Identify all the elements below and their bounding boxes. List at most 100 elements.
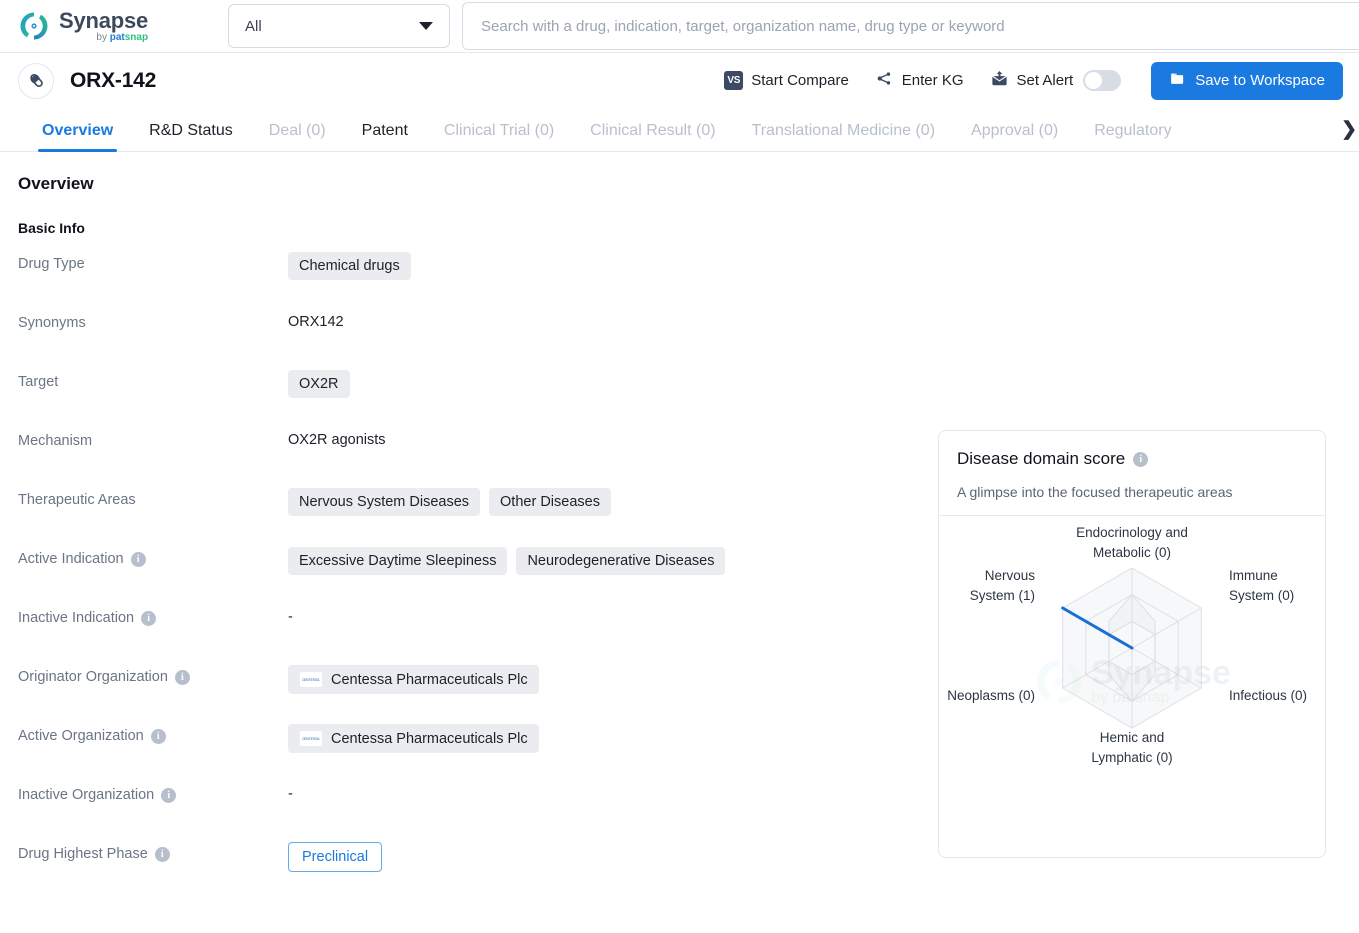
chip-active-organization-label: Centessa Pharmaceuticals Plc [331, 730, 528, 747]
tab-patent[interactable]: Patent [344, 122, 426, 151]
chevron-right-icon[interactable]: ❯ [1341, 118, 1357, 141]
chip-therapeutic-area[interactable]: Nervous System Diseases [288, 488, 481, 516]
brand-tagline: by patsnap [96, 31, 149, 43]
header-actions: VS Start Compare Enter KG Set Alert Save… [724, 61, 1343, 100]
value-active-indication: Excessive Daytime Sleepiness Neurodegene… [288, 547, 726, 575]
vs-icon: VS [724, 71, 744, 90]
tab-deal-label: Deal (0) [268, 122, 326, 139]
chip-originator-organization[interactable]: CENTESSA Centessa Pharmaceuticals Plc [288, 665, 539, 694]
radar-label-neoplasms: Neoplasms (0) [947, 688, 1035, 703]
info-row-drug-type: Drug Type Chemical drugs [18, 252, 1341, 311]
text-synonyms: ORX142 [288, 314, 344, 330]
value-therapeutic-areas: Nervous System Diseases Other Diseases [288, 488, 611, 516]
label-inactive-indication: Inactive Indication i [18, 606, 288, 626]
tab-translational-medicine-label: Translational Medicine (0) [751, 122, 936, 139]
label-target: Target [18, 374, 59, 390]
knowledge-graph-icon [875, 69, 894, 93]
radar-label-infectious: Infectious (0) [1229, 688, 1307, 703]
save-to-workspace-button[interactable]: Save to Workspace [1151, 61, 1343, 100]
folder-icon [1169, 70, 1186, 91]
label-active-organization: Active Organization i [18, 724, 288, 744]
tab-clinical-trial-label: Clinical Trial (0) [443, 122, 555, 139]
chip-drug-type[interactable]: Chemical drugs [288, 252, 411, 280]
info-icon[interactable]: i [154, 846, 170, 862]
tab-overview[interactable]: Overview [24, 122, 131, 152]
tab-rd-status[interactable]: R&D Status [131, 122, 251, 151]
text-mechanism: OX2R agonists [288, 432, 386, 448]
info-icon[interactable]: i [174, 669, 190, 685]
radar-label-nervous-line1: Nervous [985, 568, 1036, 583]
radar-label-hemic-line1: Hemic and [1100, 730, 1165, 745]
tab-rd-status-label: R&D Status [149, 122, 233, 139]
start-compare-button[interactable]: VS Start Compare [724, 71, 849, 90]
enter-kg-button[interactable]: Enter KG [875, 69, 964, 93]
tab-overview-label: Overview [42, 122, 114, 139]
tab-clinical-result[interactable]: Clinical Result (0) [572, 122, 733, 151]
info-icon[interactable]: i [141, 610, 157, 626]
value-synonyms: ORX142 [288, 311, 344, 330]
info-icon[interactable]: i [150, 728, 166, 744]
set-alert-control[interactable]: Set Alert [990, 69, 1122, 93]
radar-label-endocrinology-line1: Endocrinology and [1076, 525, 1188, 540]
tab-bar: Overview R&D Status Deal (0) Patent Clin… [0, 108, 1359, 152]
value-inactive-indication: - [288, 606, 293, 625]
tab-clinical-trial[interactable]: Clinical Trial (0) [426, 122, 572, 151]
info-icon[interactable]: i [161, 787, 177, 803]
tab-translational-medicine[interactable]: Translational Medicine (0) [734, 122, 953, 151]
info-icon[interactable]: i [130, 551, 146, 567]
set-alert-toggle[interactable] [1083, 70, 1122, 91]
tab-approval-label: Approval (0) [971, 122, 1059, 139]
value-drug-highest-phase: Preclinical [288, 842, 383, 872]
search-category-select[interactable]: All [228, 4, 450, 48]
search-input[interactable] [481, 17, 1341, 35]
label-inactive-organization: Inactive Organization i [18, 783, 288, 803]
value-active-organization: CENTESSA Centessa Pharmaceuticals Plc [288, 724, 539, 753]
page-title: ORX-142 [70, 68, 157, 92]
chip-drug-highest-phase[interactable]: Preclinical [288, 842, 383, 872]
synapse-logo-icon [18, 10, 50, 42]
top-bar: Synapse by patsnap All [0, 0, 1359, 53]
tab-clinical-result-label: Clinical Result (0) [590, 122, 716, 139]
organization-logo-icon: CENTESSA [299, 671, 323, 688]
value-inactive-organization: - [288, 783, 293, 802]
value-target: OX2R [288, 370, 350, 398]
basic-info-heading: Basic Info [18, 220, 85, 236]
info-row-target: Target OX2R [18, 370, 1341, 429]
disease-domain-radar-chart: Synapse by patsnap Endocrinology and Met… [939, 516, 1325, 848]
capsule-icon [18, 62, 54, 99]
alert-mail-icon [990, 69, 1009, 93]
organization-logo-icon: CENTESSA [299, 730, 323, 747]
value-mechanism: OX2R agonists [288, 429, 386, 448]
info-icon[interactable]: i [1133, 451, 1149, 467]
label-synonyms: Synonyms [18, 315, 86, 331]
tab-patent-label: Patent [361, 122, 408, 139]
chip-therapeutic-area[interactable]: Other Diseases [489, 488, 611, 516]
radar-svg: Endocrinology and Metabolic (0) Immune S… [947, 525, 1307, 765]
disease-domain-score-panel: Disease domain score i A glimpse into th… [938, 430, 1326, 858]
radar-label-hemic-line2: Lymphatic (0) [1091, 750, 1172, 765]
search-bar[interactable] [462, 2, 1359, 50]
chevron-down-icon [419, 22, 433, 30]
label-mechanism: Mechanism [18, 433, 93, 449]
tab-deal[interactable]: Deal (0) [251, 122, 344, 151]
radar-label-endocrinology-line2: Metabolic (0) [1093, 545, 1171, 560]
radar-label-immune-line1: Immune [1229, 568, 1278, 583]
set-alert-label: Set Alert [1016, 72, 1074, 89]
radar-label-immune-line2: System (0) [1229, 588, 1294, 603]
chip-target[interactable]: OX2R [288, 370, 350, 398]
chip-active-indication[interactable]: Excessive Daytime Sleepiness [288, 547, 508, 575]
brand-logo[interactable]: Synapse by patsnap [18, 9, 210, 43]
label-drug-type: Drug Type [18, 256, 85, 272]
text-inactive-organization: - [288, 786, 293, 802]
search-category-value: All [245, 17, 262, 35]
tab-regulatory[interactable]: Regulatory [1076, 122, 1189, 151]
chip-active-indication[interactable]: Neurodegenerative Diseases [516, 547, 726, 575]
tab-approval[interactable]: Approval (0) [953, 122, 1076, 151]
overview-heading: Overview [18, 174, 94, 193]
chip-active-organization[interactable]: CENTESSA Centessa Pharmaceuticals Plc [288, 724, 539, 753]
text-inactive-indication: - [288, 609, 293, 625]
tab-regulatory-label: Regulatory [1094, 122, 1172, 139]
info-row-synonyms: Synonyms ORX142 [18, 311, 1341, 370]
drug-header: ORX-142 VS Start Compare Enter KG Set Al… [0, 53, 1359, 108]
radar-label-nervous-line2: System (1) [970, 588, 1035, 603]
